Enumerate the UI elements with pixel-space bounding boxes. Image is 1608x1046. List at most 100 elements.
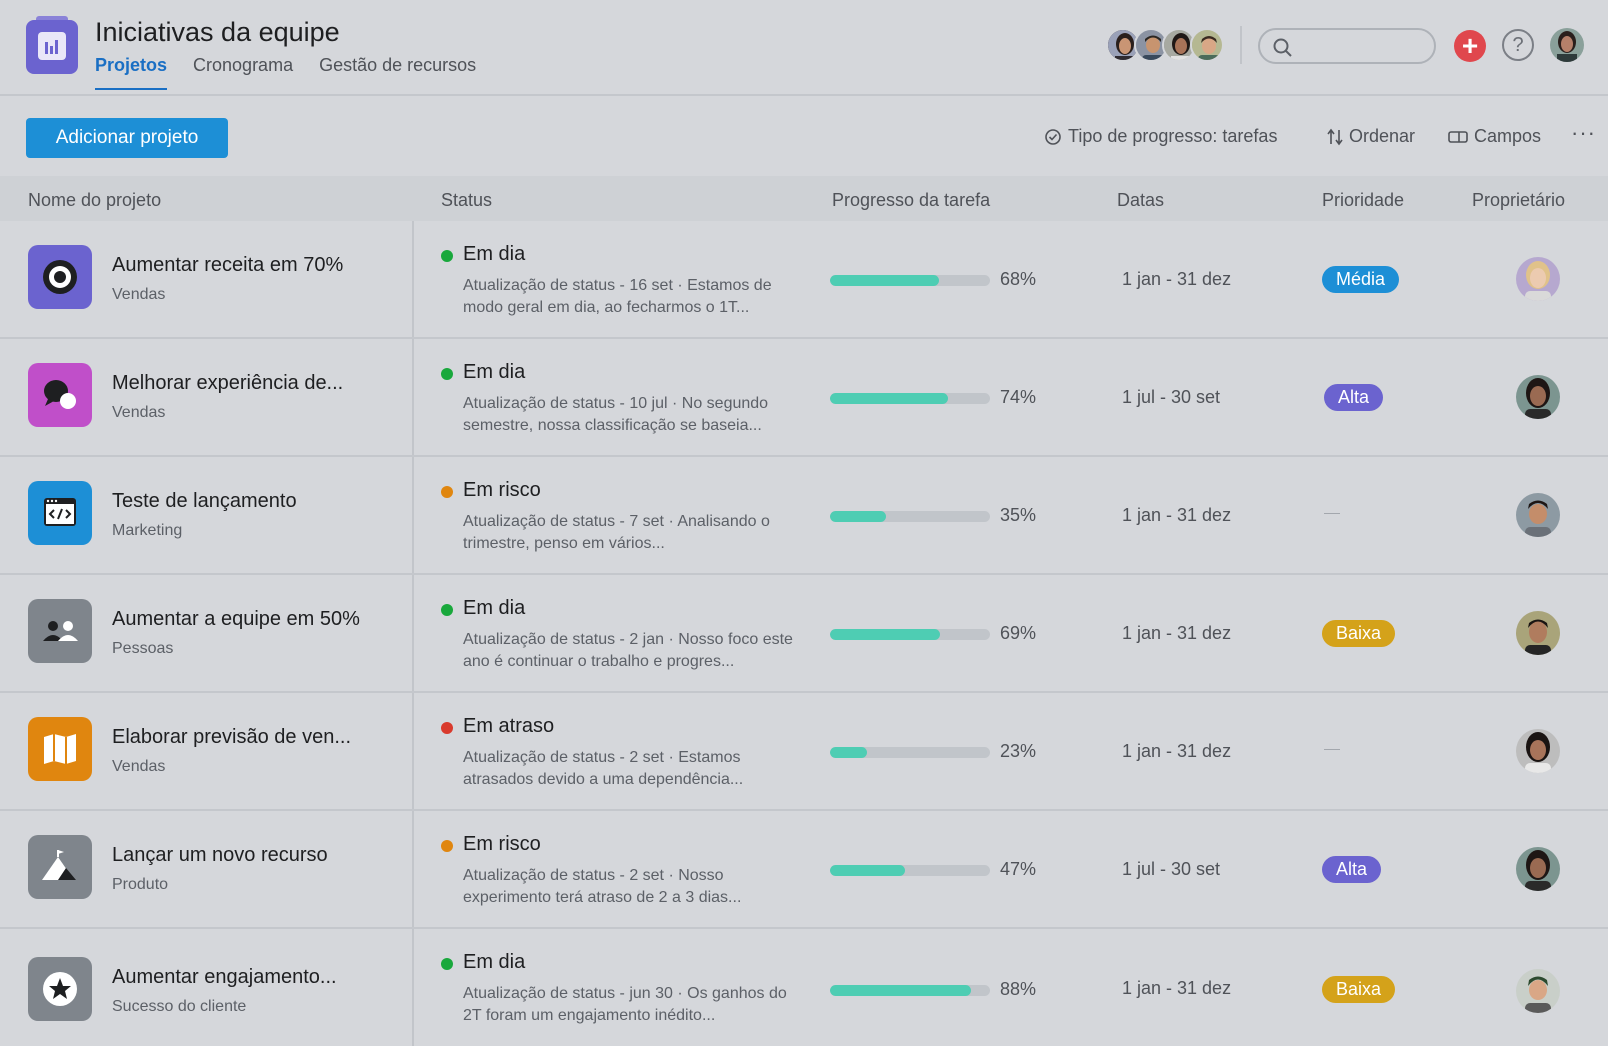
project-icon: [28, 835, 92, 899]
priority-empty[interactable]: [1324, 513, 1340, 514]
status-label[interactable]: Em dia: [463, 361, 525, 384]
view-tabs: Projetos Cronograma Gestão de recursos: [95, 55, 476, 90]
priority-badge[interactable]: Alta: [1324, 384, 1384, 411]
project-name[interactable]: Aumentar engajamento...: [112, 966, 337, 989]
search-input[interactable]: [1258, 28, 1436, 64]
priority-badge[interactable]: Baixa: [1322, 620, 1396, 647]
status-label[interactable]: Em atraso: [463, 715, 554, 738]
add-project-button[interactable]: Adicionar projeto: [26, 118, 228, 158]
owner-avatar[interactable]: [1516, 375, 1560, 419]
help-icon[interactable]: ?: [1502, 29, 1534, 61]
column-header-owner[interactable]: Proprietário: [1472, 190, 1565, 211]
status-dot: [441, 604, 453, 616]
project-dates[interactable]: 1 jul - 30 set: [1122, 859, 1220, 880]
owner-avatar[interactable]: [1516, 611, 1560, 655]
progress-percent: 68%: [1000, 269, 1037, 289]
status-label[interactable]: Em risco: [463, 833, 541, 856]
page-title: Iniciativas da equipe: [95, 17, 340, 47]
progress-percent: 88%: [1000, 979, 1037, 999]
owner-avatar[interactable]: [1516, 847, 1560, 891]
progress-bar: [830, 747, 990, 758]
table-row[interactable]: Melhorar experiência de... Vendas Em dia…: [0, 339, 1608, 457]
sort-label: Ordenar: [1349, 126, 1416, 146]
project-icon: [28, 599, 92, 663]
tab-gestao-de-recursos[interactable]: Gestão de recursos: [319, 55, 476, 90]
team-members[interactable]: [1106, 28, 1226, 64]
column-header-priority[interactable]: Prioridade: [1322, 190, 1404, 211]
project-team: Pessoas: [112, 640, 174, 657]
progress-percent: 74%: [1000, 387, 1037, 407]
project-team: Marketing: [112, 522, 183, 539]
fields-button[interactable]: Campos: [1448, 126, 1541, 147]
fields-label: Campos: [1474, 126, 1542, 146]
project-icon: [28, 245, 92, 309]
owner-avatar[interactable]: [1516, 493, 1560, 537]
table-row[interactable]: Aumentar a equipe em 50% Pessoas Em dia …: [0, 575, 1608, 693]
owner-avatar[interactable]: [1516, 257, 1560, 301]
target-icon: [28, 245, 92, 309]
owner-avatar[interactable]: [1516, 729, 1560, 773]
project-dates[interactable]: 1 jan - 31 dez: [1122, 269, 1231, 290]
table-row[interactable]: Lançar um novo recurso Produto Em risco …: [0, 811, 1608, 929]
code-window-icon: [28, 481, 92, 545]
status-label[interactable]: Em dia: [463, 951, 525, 974]
project-dates[interactable]: 1 jan - 31 dez: [1122, 505, 1231, 526]
status-description: Atualização de status - 2 set · Nosso ex…: [463, 867, 742, 906]
priority-badge[interactable]: Média: [1322, 266, 1400, 293]
project-icon: [28, 957, 92, 1021]
status-dot: [441, 958, 453, 970]
priority-badge[interactable]: Baixa: [1322, 976, 1396, 1003]
status-label[interactable]: Em dia: [463, 243, 525, 266]
priority-empty[interactable]: [1324, 749, 1340, 750]
project-name[interactable]: Lançar um novo recurso: [112, 844, 328, 867]
table-row[interactable]: Elaborar previsão de ven... Vendas Em at…: [0, 693, 1608, 811]
column-header-dates[interactable]: Datas: [1117, 190, 1164, 211]
table-row[interactable]: Aumentar receita em 70% Vendas Em dia At…: [0, 221, 1608, 339]
project-team: Vendas: [112, 404, 166, 421]
add-icon[interactable]: +: [1454, 30, 1486, 62]
owner-avatar[interactable]: [1516, 969, 1560, 1013]
status-label[interactable]: Em dia: [463, 597, 525, 620]
progress-percent: 35%: [1000, 505, 1037, 525]
project-dates[interactable]: 1 jan - 31 dez: [1122, 978, 1231, 999]
progress-type-button[interactable]: Tipo de progresso: tarefas: [1044, 126, 1277, 147]
status-description: Atualização de status - 7 set · Analisan…: [463, 513, 770, 552]
column-header-progress[interactable]: Progresso da tarefa: [832, 190, 990, 211]
current-user-avatar[interactable]: [1550, 28, 1584, 62]
project-dates[interactable]: 1 jul - 30 set: [1122, 387, 1220, 408]
more-options-icon[interactable]: ···: [1571, 120, 1596, 146]
check-circle-icon: [1045, 128, 1061, 145]
status-dot: [441, 840, 453, 852]
sort-button[interactable]: Ordenar: [1327, 126, 1415, 147]
table-row[interactable]: Teste de lançamento Marketing Em risco A…: [0, 457, 1608, 575]
project-dates[interactable]: 1 jan - 31 dez: [1122, 623, 1231, 644]
project-dates[interactable]: 1 jan - 31 dez: [1122, 741, 1231, 762]
status-label[interactable]: Em risco: [463, 479, 541, 502]
priority-badge[interactable]: Alta: [1322, 856, 1382, 883]
project-name[interactable]: Teste de lançamento: [112, 490, 297, 513]
progress-percent: 23%: [1000, 741, 1037, 761]
status-dot: [441, 250, 453, 262]
status-dot: [441, 368, 453, 380]
tab-projetos[interactable]: Projetos: [95, 55, 168, 90]
project-icon: [28, 717, 92, 781]
status-dot: [441, 486, 453, 498]
project-team: Vendas: [112, 286, 166, 303]
project-team: Sucesso do cliente: [112, 998, 247, 1015]
project-name[interactable]: Aumentar receita em 70%: [112, 254, 343, 277]
progress-percent: 69%: [1000, 623, 1037, 643]
project-icon: [28, 481, 92, 545]
fields-icon: [1448, 130, 1468, 143]
project-name[interactable]: Melhorar experiência de...: [112, 372, 343, 395]
chat-bubbles-icon: [28, 363, 92, 427]
column-header-name[interactable]: Nome do projeto: [28, 190, 161, 211]
project-name[interactable]: Elaborar previsão de ven...: [112, 726, 351, 749]
tab-cronograma[interactable]: Cronograma: [193, 55, 293, 90]
project-name[interactable]: Aumentar a equipe em 50%: [112, 608, 360, 631]
progress-percent: 47%: [1000, 859, 1037, 879]
status-description: Atualização de status - 10 jul · No segu…: [463, 395, 769, 434]
status-description: Atualização de status - 16 set · Estamos…: [463, 277, 772, 316]
table-row[interactable]: Aumentar engajamento... Sucesso do clien…: [0, 929, 1608, 1046]
avatar: [1190, 28, 1224, 62]
column-header-status[interactable]: Status: [441, 190, 492, 211]
